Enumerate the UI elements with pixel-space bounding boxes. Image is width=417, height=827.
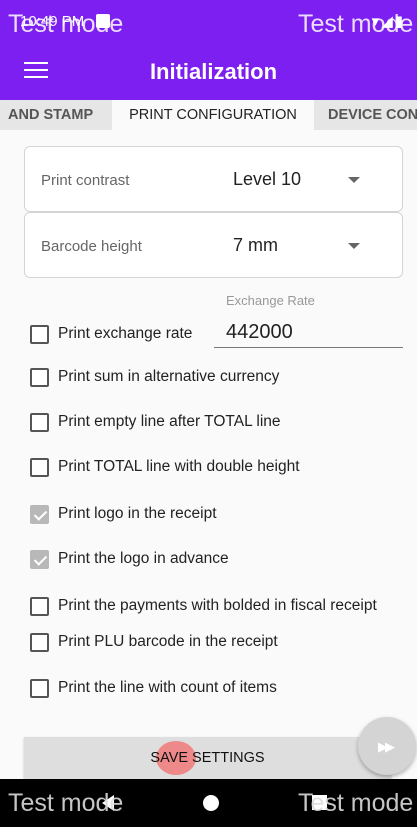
barcode-height-value: 7 mm	[233, 235, 278, 255]
option-label: Print TOTAL line with double height	[58, 458, 300, 475]
status-time: 10:49 PM	[20, 13, 85, 30]
option-label: Print PLU barcode in the receipt	[58, 633, 278, 650]
checkbox[interactable]	[30, 679, 49, 698]
checkbox[interactable]	[30, 633, 49, 652]
page-title: Initialization	[149, 59, 278, 84]
signal-icons: ▾◢▮	[371, 13, 405, 30]
system-nav-bar: Test mode Test mode	[0, 779, 417, 827]
exchange-rate-input[interactable]	[214, 318, 403, 348]
option-label: Print empty line after TOTAL line	[58, 413, 281, 430]
option-label: Print the payments with bolded in fiscal…	[58, 597, 377, 614]
barcode-height-label: Barcode height	[41, 238, 142, 255]
print-contrast-dropdown[interactable]: Print contrast Level 10	[24, 146, 403, 212]
print-contrast-label: Print contrast	[41, 172, 130, 189]
checkbox-checked[interactable]	[30, 505, 49, 524]
checkbox[interactable]	[30, 458, 49, 477]
barcode-height-dropdown[interactable]: Barcode height 7 mm	[24, 212, 403, 278]
checkbox[interactable]	[30, 368, 49, 387]
option-label: Print the logo in advance	[58, 550, 229, 567]
touch-ripple	[156, 741, 196, 775]
sim-card-icon	[96, 14, 110, 28]
exchange-rate-hint: Exchange Rate	[226, 293, 315, 308]
chevron-down-icon	[348, 243, 360, 249]
chevron-down-icon	[348, 177, 360, 183]
checkbox[interactable]	[30, 597, 49, 616]
tab-bar: AND STAMP PRINT CONFIGURATION DEVICE CON	[0, 100, 417, 130]
checkbox[interactable]	[30, 413, 49, 432]
home-icon[interactable]	[203, 795, 219, 811]
status-bar: 10:49 PM ▾◢▮ Test mode Test mode	[0, 0, 417, 46]
option-label: Print sum in alternative currency	[58, 368, 280, 385]
app-bar: Initialization	[0, 46, 417, 100]
checkbox-checked[interactable]	[30, 550, 49, 569]
fast-forward-icon: ▶▶	[378, 739, 395, 754]
recents-icon[interactable]	[312, 795, 327, 810]
tab-device-con[interactable]: DEVICE CON	[328, 100, 417, 130]
tab-print-configuration[interactable]: PRINT CONFIGURATION	[112, 100, 314, 130]
print-contrast-value: Level 10	[233, 169, 302, 189]
next-fab-button[interactable]: ▶▶	[358, 717, 416, 775]
option-label: Print logo in the receipt	[58, 505, 217, 522]
checkbox[interactable]	[30, 325, 49, 344]
screen: 10:49 PM ▾◢▮ Test mode Test mode Initial…	[0, 0, 417, 827]
save-settings-button[interactable]	[24, 737, 391, 779]
back-icon[interactable]	[102, 795, 114, 811]
option-label: Print exchange rate	[58, 325, 193, 342]
tab-and-stamp[interactable]: AND STAMP	[8, 100, 93, 130]
option-label: Print the line with count of items	[58, 679, 277, 696]
